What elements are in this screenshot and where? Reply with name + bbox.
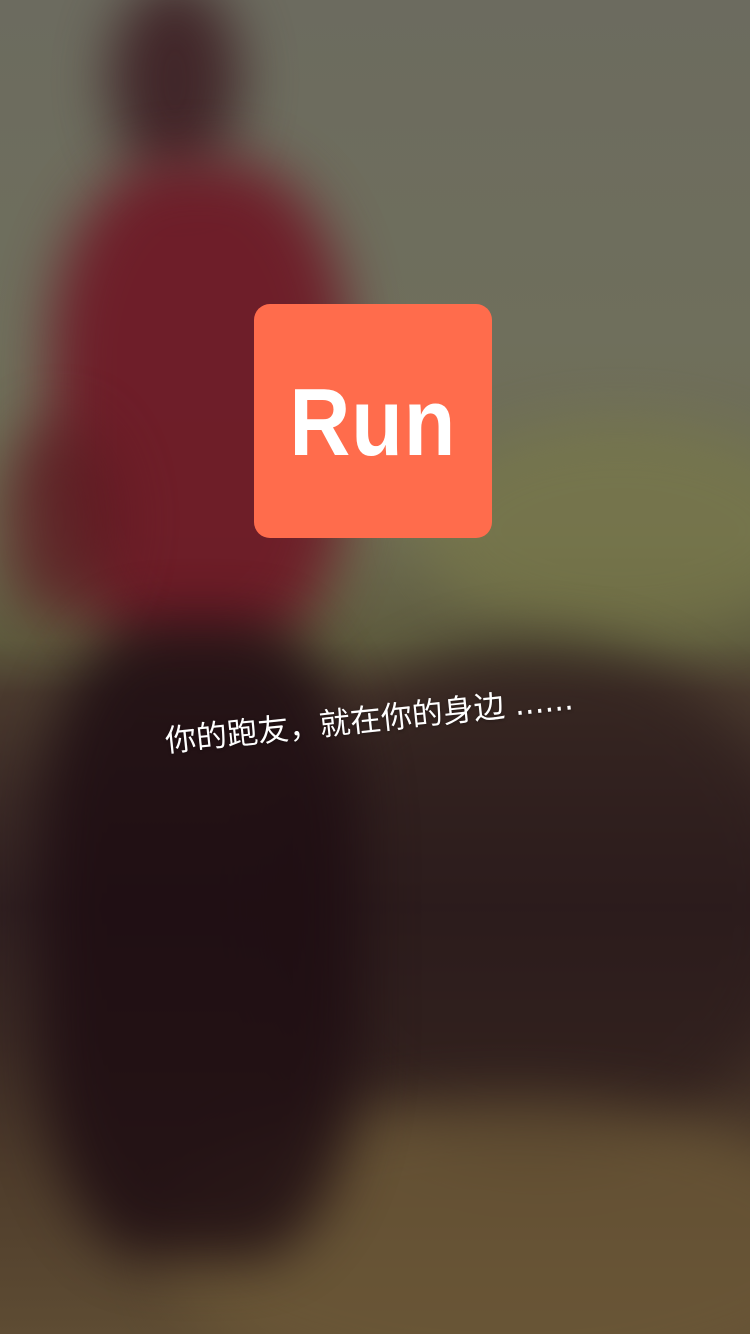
app-logo-text: Run — [289, 369, 457, 476]
app-logo: Run — [254, 304, 492, 538]
background-runner-head — [110, 0, 240, 180]
splash-screen: Run 你的跑友，就在你的身边 ...... — [0, 0, 750, 1334]
background-runner-arm — [0, 420, 120, 620]
